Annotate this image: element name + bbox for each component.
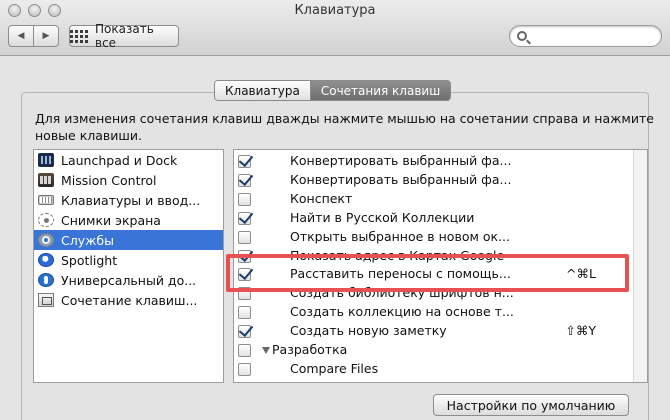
search-icon: [517, 31, 527, 41]
shortcut-key[interactable]: ^⌘L: [566, 266, 596, 281]
shortcut-label: Открыть выбранное в новом ок...: [290, 229, 510, 244]
category-label: Снимки экрана: [61, 212, 161, 228]
category-item-app-shortcuts[interactable]: Сочетание клавиш...: [34, 290, 223, 310]
shortcut-checkbox[interactable]: [238, 325, 251, 338]
shortcut-row[interactable]: Открыть выбранное в новом ок...: [234, 228, 634, 247]
shortcut-label: Создать библиотеку шрифтов н...: [290, 285, 514, 300]
shortcut-row[interactable]: Compare Files: [234, 360, 634, 379]
spotlight-icon: [38, 253, 54, 267]
shortcut-checkbox[interactable]: [238, 344, 251, 357]
shortcut-checkbox[interactable]: [238, 193, 251, 206]
category-item-services[interactable]: Службы: [34, 230, 223, 250]
shortcut-row[interactable]: Конвертировать выбранный фа...: [234, 171, 634, 190]
shortcut-row[interactable]: Создать новую заметку ⇧⌘Y: [234, 322, 634, 341]
chevron-left-icon: ◀: [17, 31, 25, 41]
category-item-launchpad[interactable]: Launchpad и Dock: [34, 150, 223, 170]
category-item-mission-control[interactable]: Mission Control: [34, 170, 223, 190]
shortcut-group-row[interactable]: Разработка: [234, 341, 634, 360]
category-label: Mission Control: [61, 172, 157, 188]
shortcut-list[interactable]: Конвертировать выбранный фа... Конвертир…: [233, 149, 648, 383]
app-shortcuts-icon: [38, 293, 54, 307]
instruction-text: Для изменения сочетания клавиш дважды на…: [35, 111, 654, 143]
vertical-scrollbar[interactable]: [633, 150, 647, 382]
shortcut-label: Конвертировать выбранный фа...: [290, 153, 512, 168]
search-input[interactable]: [509, 25, 662, 47]
tab-shortcuts[interactable]: Сочетания клавиш: [309, 81, 451, 100]
category-label: Сочетание клавиш...: [61, 292, 198, 308]
category-item-accessibility[interactable]: Универсальный до...: [34, 270, 223, 290]
category-item-keyboards[interactable]: Клавиатуры и ввод...: [34, 190, 223, 210]
shortcut-label: Создать коллекцию на основе т...: [290, 304, 514, 319]
shortcut-row[interactable]: Создать коллекцию на основе т...: [234, 303, 634, 322]
shortcut-row[interactable]: Расставить переносы с помощь... ^⌘L: [234, 265, 634, 284]
category-label: Клавиатуры и ввод...: [61, 192, 201, 208]
shortcut-checkbox[interactable]: [238, 174, 251, 187]
grid-icon: [70, 29, 88, 43]
shortcut-checkbox[interactable]: [238, 306, 251, 319]
shortcut-row[interactable]: Конвертировать выбранный фа...: [234, 152, 634, 171]
keyboard-icon: [38, 195, 54, 205]
shortcut-checkbox[interactable]: [238, 155, 251, 168]
shortcut-checkbox[interactable]: [238, 287, 251, 300]
tab-bar: Клавиатура Сочетания клавиш: [214, 80, 452, 101]
shortcut-label: Конвертировать выбранный фа...: [290, 172, 512, 187]
shortcut-label: Compare Files: [290, 361, 379, 376]
category-label: Launchpad и Dock: [61, 152, 178, 168]
forward-button[interactable]: ▶: [33, 25, 59, 47]
category-label: Spotlight: [61, 252, 118, 268]
category-list[interactable]: Launchpad и Dock Mission Control Клавиат…: [33, 149, 224, 383]
shortcut-label: Конспект: [290, 191, 353, 206]
gear-icon: [38, 233, 54, 247]
shortcut-label: Расставить переносы с помощь...: [290, 266, 511, 281]
shortcut-label: Найти в Русской Коллекции: [290, 210, 475, 225]
shortcut-checkbox[interactable]: [238, 268, 251, 281]
category-label: Службы: [61, 232, 114, 248]
shortcut-group-label: Разработка: [272, 342, 348, 357]
shortcut-label: Показать адрес в Картах Google: [290, 248, 505, 263]
shortcut-checkbox[interactable]: [238, 363, 251, 376]
category-label: Универсальный до...: [61, 272, 197, 288]
shortcut-checkbox[interactable]: [238, 212, 251, 225]
screenshot-icon: [38, 213, 54, 227]
shortcut-checkbox[interactable]: [238, 250, 251, 263]
tab-keyboard[interactable]: Клавиатура: [215, 81, 310, 100]
back-button[interactable]: ◀: [8, 25, 34, 47]
shortcut-row[interactable]: Конспект: [234, 190, 634, 209]
shortcut-key[interactable]: ⇧⌘Y: [565, 323, 596, 338]
restore-defaults-button[interactable]: Настройки по умолчанию: [433, 394, 629, 416]
chevron-right-icon: ▶: [42, 31, 50, 41]
show-all-label: Показать все: [95, 22, 154, 50]
shortcut-label: Создать новую заметку: [290, 323, 447, 338]
shortcut-row[interactable]: Показать адрес в Картах Google: [234, 247, 634, 266]
disclosure-triangle-icon[interactable]: [262, 347, 270, 354]
shortcut-checkbox[interactable]: [238, 231, 251, 244]
accessibility-icon: [38, 273, 54, 287]
mission-control-icon: [38, 173, 54, 187]
category-item-screenshots[interactable]: Снимки экрана: [34, 210, 223, 230]
window-title: Клавиатура: [294, 3, 376, 18]
launchpad-icon: [38, 153, 54, 167]
shortcut-row[interactable]: Создать библиотеку шрифтов н...: [234, 284, 634, 303]
show-all-button[interactable]: Показать все: [69, 22, 179, 50]
shortcut-row[interactable]: Найти в Русской Коллекции: [234, 209, 634, 228]
category-item-spotlight[interactable]: Spotlight: [34, 250, 223, 270]
